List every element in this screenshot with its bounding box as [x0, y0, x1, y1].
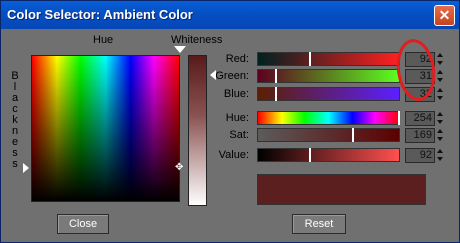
red-slider[interactable] — [257, 52, 400, 66]
red-slider-thumb[interactable] — [309, 52, 311, 66]
hue-channel-label: Hue: — [225, 112, 249, 124]
hue-label: Hue — [93, 34, 114, 46]
red-spinner-icon[interactable] — [436, 52, 445, 67]
green-slider[interactable] — [257, 69, 400, 83]
color-preview-swatch — [257, 174, 426, 205]
blackness-label: B l a c k n e s s — [11, 70, 19, 170]
value-slider-thumb[interactable] — [309, 148, 311, 162]
sat-slider[interactable] — [257, 128, 400, 142]
color-selector-window: Color Selector: Ambient Color ✕ Hue Whit… — [0, 0, 460, 243]
sat-spinner-icon[interactable] — [436, 128, 445, 143]
hue-slider-thumb[interactable] — [398, 111, 400, 125]
close-button[interactable]: Close — [57, 214, 109, 234]
whiteness-arrow-icon[interactable] — [174, 46, 186, 53]
window-close-button[interactable]: ✕ — [434, 5, 455, 26]
value-value[interactable]: 92 — [405, 148, 435, 163]
crosshair-icon[interactable]: ✥ — [175, 163, 183, 173]
green-label: Green: — [215, 70, 249, 82]
whiteness-bar[interactable] — [188, 55, 207, 206]
hue-slider[interactable] — [257, 111, 400, 125]
hue-blackness-field[interactable] — [31, 55, 180, 202]
sat-label: Sat: — [229, 129, 249, 141]
green-slider-thumb[interactable] — [275, 69, 277, 83]
hue-value[interactable]: 254 — [405, 111, 435, 126]
value-label: Value: — [218, 149, 249, 161]
red-label: Red: — [225, 53, 249, 65]
blue-spinner-icon[interactable] — [436, 87, 445, 102]
blue-label: Blue: — [223, 88, 249, 100]
green-spinner-icon[interactable] — [436, 69, 445, 84]
window-title: Color Selector: Ambient Color — [7, 7, 193, 22]
value-slider[interactable] — [257, 148, 400, 162]
blue-slider-thumb[interactable] — [275, 87, 277, 101]
title-bar[interactable]: Color Selector: Ambient Color ✕ — [1, 1, 459, 29]
blackness-arrow-icon[interactable] — [23, 163, 29, 173]
whiteness-label: Whiteness — [171, 34, 223, 46]
sat-slider-thumb[interactable] — [352, 128, 354, 142]
blue-slider[interactable] — [257, 87, 400, 101]
reset-button[interactable]: Reset — [292, 214, 346, 234]
hue-spinner-icon[interactable] — [436, 111, 445, 126]
sat-value[interactable]: 169 — [405, 128, 435, 143]
value-spinner-icon[interactable] — [436, 148, 445, 163]
